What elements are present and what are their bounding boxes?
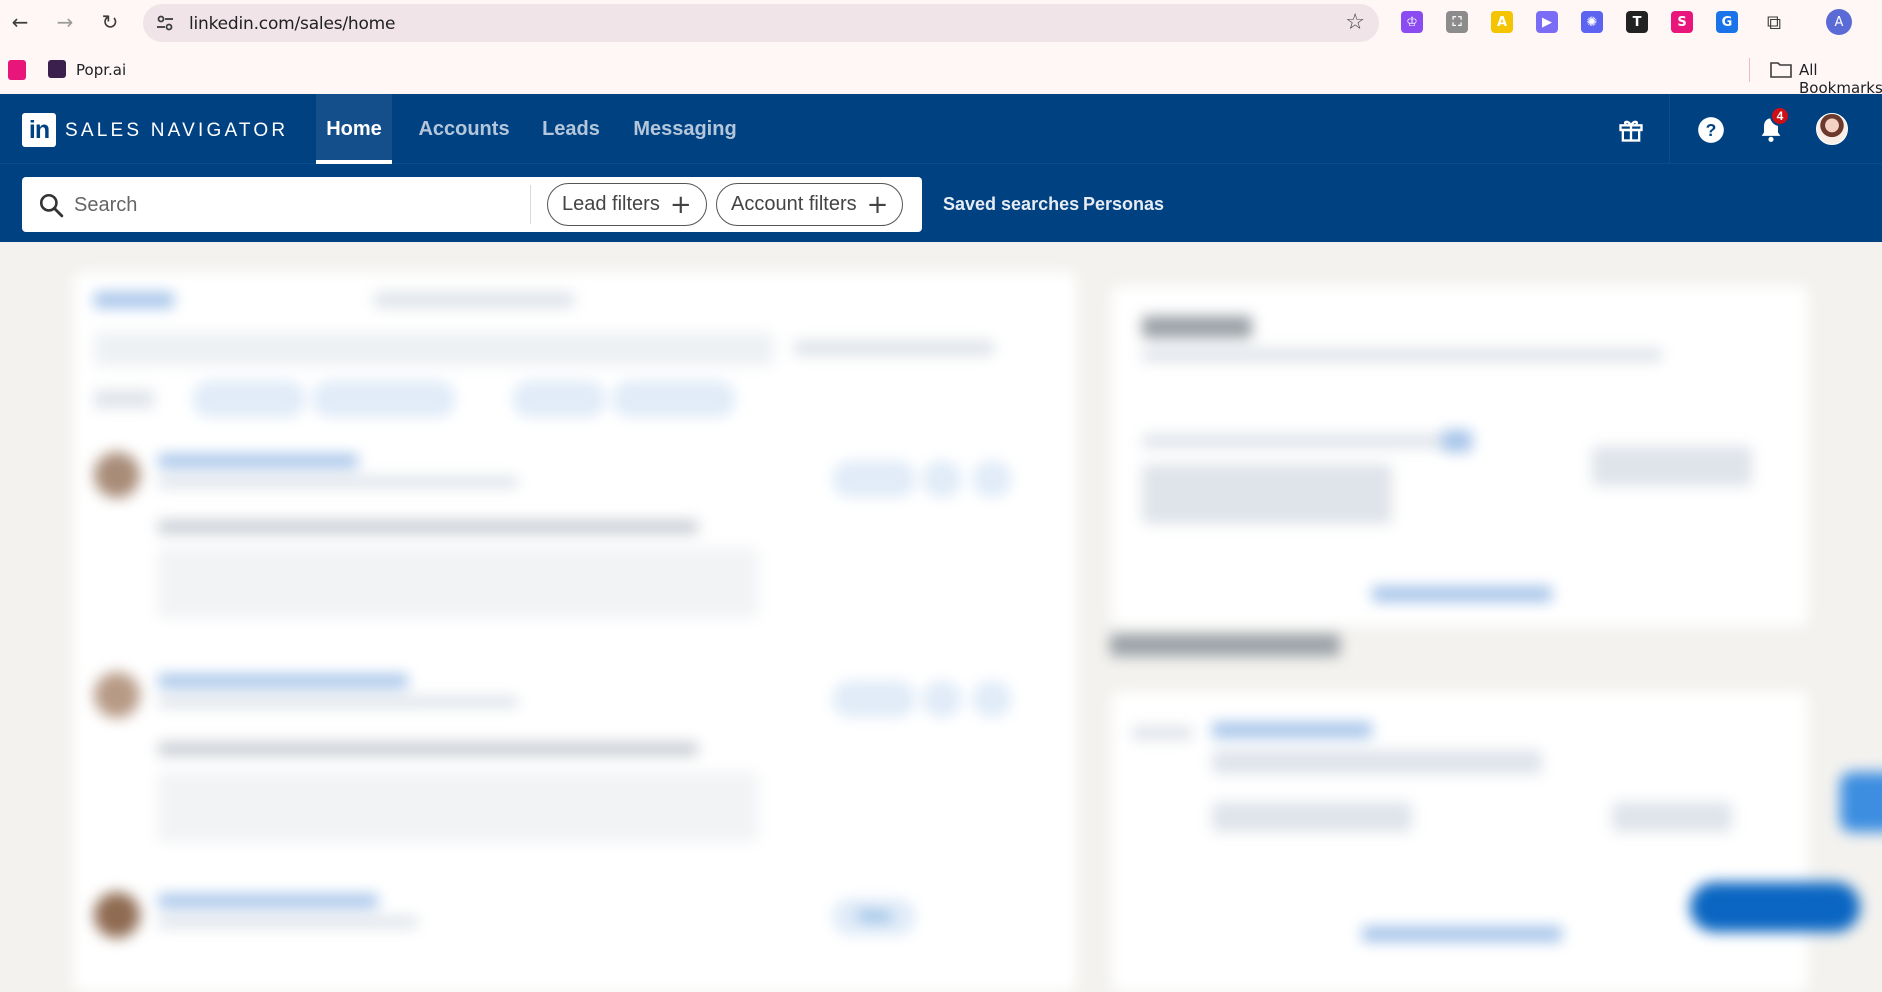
forward-arrow-icon[interactable]: →	[51, 8, 79, 36]
sales-navigator-header: in SALES NAVIGATOR Home Accounts Leads M…	[0, 94, 1882, 242]
plus-icon: +	[866, 189, 889, 220]
popr-ai-icon	[48, 60, 66, 78]
pink-ext-icon[interactable]: S	[1671, 11, 1693, 33]
account-filters-label: Account filters	[731, 193, 857, 215]
site-settings-icon[interactable]	[155, 13, 175, 33]
help-icon[interactable]: ?	[1695, 114, 1727, 146]
blue-ext-icon[interactable]: G	[1716, 11, 1738, 33]
svg-text:?: ?	[1706, 120, 1717, 140]
gray-ext-icon[interactable]: ⛶	[1446, 11, 1468, 33]
search-divider	[530, 185, 531, 224]
bookmarks-separator	[1749, 58, 1750, 82]
extensions-puzzle-icon[interactable]: ⧉	[1760, 8, 1788, 36]
black-t-ext-icon[interactable]: T	[1626, 11, 1648, 33]
bookmarks-bar: Popr.ai All Bookmarks	[0, 52, 1882, 97]
header-divider	[1669, 94, 1670, 164]
account-filters-button[interactable]: Account filters +	[716, 183, 904, 226]
saved-searches-link[interactable]: Saved searches	[943, 194, 1079, 215]
browser-toolbar: ← → ↻ linkedin.com/sales/home ☆ ♔ ⛶ A ▶ ✺ T S G…	[0, 0, 1882, 44]
nav-leads[interactable]: Leads	[536, 94, 606, 164]
back-arrow-icon[interactable]: ←	[6, 8, 34, 36]
lead-filters-label: Lead filters	[562, 193, 660, 215]
personas-card	[1112, 286, 1808, 626]
view-button: View	[834, 900, 914, 934]
floating-helper-button	[1840, 772, 1882, 832]
yellow-ext-icon[interactable]: A	[1491, 11, 1513, 33]
gift-icon[interactable]	[1615, 114, 1647, 146]
recommended-card	[1110, 634, 1808, 992]
blurred-main-content: View	[0, 242, 1882, 992]
bookmark-pink-icon[interactable]	[8, 60, 26, 80]
feed-card: View	[74, 272, 1076, 992]
browser-profile-avatar[interactable]: A	[1826, 9, 1852, 35]
reload-icon[interactable]: ↻	[96, 8, 124, 36]
bookmark-popr-ai[interactable]: Popr.ai	[76, 61, 126, 79]
purple-ext-icon[interactable]: ♔	[1401, 11, 1423, 33]
browser-chrome: ← → ↻ linkedin.com/sales/home ☆ ♔ ⛶ A ▶ ✺ T S G…	[0, 0, 1882, 97]
global-search-bar: Lead filters + Account filters +	[22, 177, 922, 232]
bookmark-star-icon[interactable]: ☆	[1345, 10, 1365, 35]
notification-count-badge: 4	[1770, 106, 1790, 126]
nav-messaging[interactable]: Messaging	[628, 94, 742, 164]
search-icon	[39, 193, 64, 218]
user-avatar[interactable]	[1816, 113, 1848, 145]
search-input[interactable]	[74, 185, 544, 225]
violet-ext-icon[interactable]: ▶	[1536, 11, 1558, 33]
top-navigation-bar: in SALES NAVIGATOR Home Accounts Leads M…	[0, 94, 1882, 164]
folder-icon	[1770, 62, 1792, 78]
nav-accounts[interactable]: Accounts	[412, 94, 516, 164]
url-text[interactable]: linkedin.com/sales/home	[189, 14, 395, 34]
personas-link[interactable]: Personas	[1083, 194, 1164, 215]
plus-icon: +	[669, 189, 692, 220]
lead-filters-button[interactable]: Lead filters +	[547, 183, 707, 226]
blue-burst-ext-icon[interactable]: ✺	[1581, 11, 1603, 33]
floating-messaging-button	[1690, 882, 1860, 932]
address-bar[interactable]: linkedin.com/sales/home ☆	[143, 4, 1379, 42]
all-bookmarks-link[interactable]: All Bookmarks	[1799, 61, 1882, 97]
nav-home[interactable]: Home	[316, 94, 392, 164]
product-brand[interactable]: SALES NAVIGATOR	[65, 120, 288, 142]
linkedin-logo-icon[interactable]: in	[22, 113, 56, 147]
